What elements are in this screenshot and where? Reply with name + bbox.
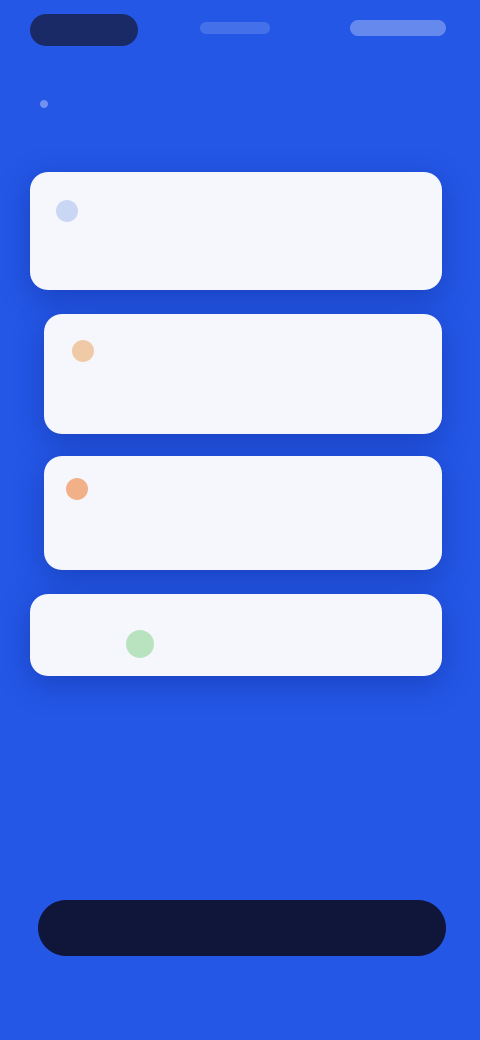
status-indicators [350, 20, 446, 36]
page-indicator-dot [40, 100, 48, 108]
status-bar [0, 0, 480, 60]
check-icon [126, 630, 154, 658]
alert-icon [66, 478, 88, 500]
feature-card [44, 314, 442, 434]
clock-icon [72, 340, 94, 362]
status-time-pill [30, 14, 138, 46]
status-center [200, 22, 270, 34]
feature-card [30, 594, 442, 676]
shield-icon [56, 200, 78, 222]
continue-button[interactable] [38, 900, 446, 956]
feature-card [30, 172, 442, 290]
feature-card [44, 456, 442, 570]
